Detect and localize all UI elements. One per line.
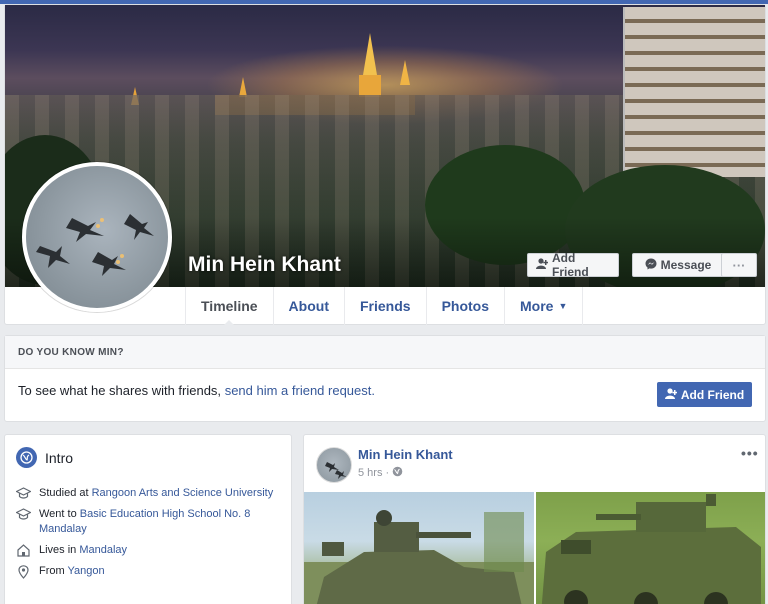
tab-more[interactable]: More ▼ — [505, 287, 584, 325]
post-author-name[interactable]: Min Hein Khant — [358, 447, 453, 462]
profile-name[interactable]: Min Hein Khant — [188, 253, 341, 277]
messenger-icon — [645, 258, 657, 273]
add-friend-primary-button[interactable]: Add Friend — [657, 382, 752, 407]
armored-vehicle-image — [304, 510, 534, 604]
intro-item-lives-in: Lives in Mandalay — [15, 543, 285, 558]
profile-tabs: Timeline About Friends Photos More ▼ — [185, 287, 584, 326]
intro-item-from: From Yangon — [15, 564, 285, 579]
intro-card: Intro Studied at Rangoon Arts and Scienc… — [4, 434, 292, 604]
add-friend-button[interactable]: Add Friend — [527, 251, 619, 279]
tab-timeline[interactable]: Timeline — [185, 287, 274, 326]
friend-request-link[interactable]: send him a friend request. — [225, 383, 375, 398]
more-options-button[interactable]: ··· — [721, 253, 757, 277]
do-you-know-card: DO YOU KNOW MIN? To see what he shares w… — [4, 335, 766, 422]
friend-request-prompt: To see what he shares with friends, send… — [18, 383, 375, 398]
message-button[interactable]: Message — [632, 253, 724, 277]
armored-vehicle-image — [541, 494, 761, 604]
card-heading: DO YOU KNOW MIN? — [5, 336, 765, 369]
add-friend-icon — [664, 387, 678, 402]
tab-photos[interactable]: Photos — [427, 287, 506, 325]
building — [623, 7, 765, 177]
jets-image — [325, 462, 347, 479]
profile-picture[interactable] — [22, 162, 172, 312]
post-photo-1[interactable] — [304, 492, 534, 604]
post-photo-2[interactable] — [536, 492, 765, 604]
add-friend-icon — [536, 258, 549, 272]
profile-header-card: Min Hein Khant Add Friend Message ··· Ti… — [4, 4, 766, 326]
location-pin-icon — [15, 564, 31, 579]
graduation-cap-icon — [15, 507, 31, 537]
intro-list: Studied at Rangoon Arts and Science Univ… — [15, 486, 285, 585]
post-card: Min Hein Khant 5 hrs · ••• — [303, 434, 766, 604]
post-author-avatar[interactable] — [316, 447, 352, 483]
post-meta: 5 hrs · — [358, 466, 403, 480]
intro-title: Intro — [45, 449, 74, 466]
home-icon — [15, 543, 31, 558]
graduation-cap-icon — [15, 486, 31, 501]
hometown-link[interactable]: Yangon — [68, 565, 105, 577]
intro-item-education-2: Went to Basic Education High School No. … — [15, 507, 285, 537]
jets-image — [36, 214, 154, 276]
globe-icon — [392, 466, 403, 480]
tab-about[interactable]: About — [274, 287, 345, 325]
intro-item-education-1: Studied at Rangoon Arts and Science Univ… — [15, 486, 285, 501]
post-options-button[interactable]: ••• — [741, 445, 759, 461]
school-link[interactable]: Rangoon Arts and Science University — [92, 487, 274, 499]
tab-friends[interactable]: Friends — [345, 287, 427, 325]
city-link[interactable]: Mandalay — [79, 544, 127, 556]
globe-icon — [16, 447, 37, 468]
caret-down-icon: ▼ — [558, 301, 568, 311]
post-timestamp[interactable]: 5 hrs — [358, 467, 382, 479]
